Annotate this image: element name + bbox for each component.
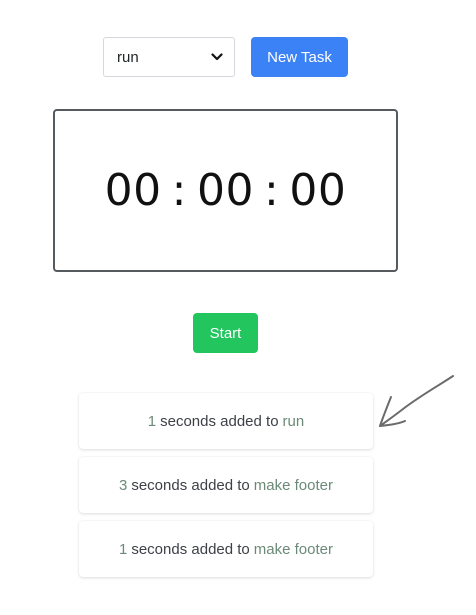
log-task: make footer [253,476,333,494]
log-text: seconds added to [131,540,250,558]
timer-hours: 00 [104,165,162,216]
hand-drawn-arrow-icon [379,375,454,427]
log-amount: 1 [147,412,157,430]
controls-bar: run New Task [103,37,348,77]
log-amount: 1 [119,540,128,558]
start-button[interactable]: Start [193,313,258,353]
log-item: 3 seconds added to make footer [79,457,373,513]
task-select-value: run [117,48,139,66]
log-text: seconds added to [160,412,279,430]
log-task: run [282,412,305,430]
timer-separator: : [264,165,280,216]
log-list: 1 seconds added to run 3 seconds added t… [79,393,373,585]
task-select[interactable]: run [103,37,235,77]
log-item: 1 seconds added to make footer [79,521,373,577]
timer-minutes: 00 [197,165,254,216]
new-task-button[interactable]: New Task [251,37,348,77]
timer-seconds: 00 [289,165,347,216]
log-task: make footer [253,540,333,558]
chevron-down-icon [211,53,223,61]
timer-display: 00 : 00 : 00 [53,109,398,272]
log-text: seconds added to [131,476,250,494]
log-amount: 3 [119,476,128,494]
timer-separator: : [171,165,187,216]
log-item: 1 seconds added to run [79,393,373,449]
